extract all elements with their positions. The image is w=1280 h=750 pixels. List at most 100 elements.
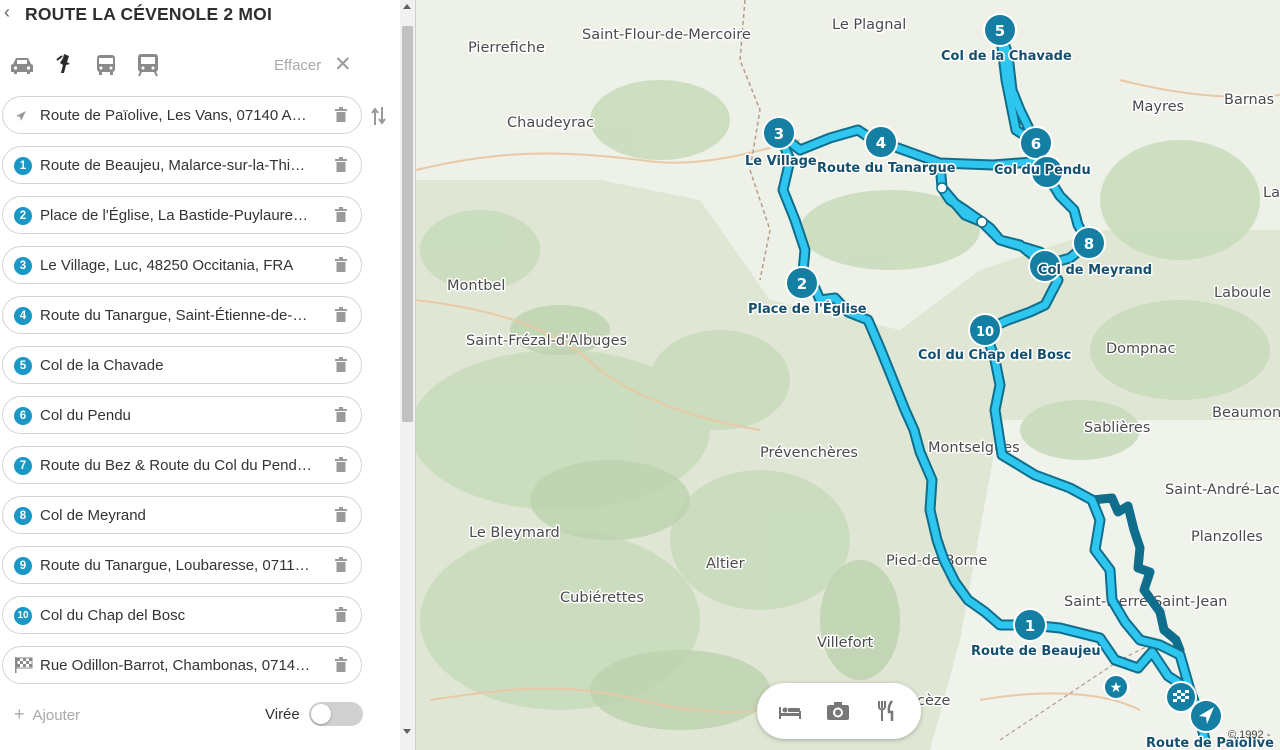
waypoint-10[interactable]: 10 Col du Chap del Bosc xyxy=(2,596,362,634)
roundtrip-toggle[interactable] xyxy=(309,702,363,726)
map-place-label: Beaumon xyxy=(1212,405,1280,421)
add-waypoint-button[interactable]: + Ajouter xyxy=(14,704,80,725)
camera-icon[interactable] xyxy=(825,698,851,724)
waypoint-marker-1[interactable]: 1 xyxy=(1013,608,1047,642)
waypoint-label[interactable]: Rue Odillon-Barrot, Chambonas, 0714… xyxy=(40,657,326,674)
waypoint-map-label: Col de Meyrand xyxy=(1038,263,1152,278)
waypoint-label[interactable]: Route de Beaujeu, Malarce-sur-la-Thi… xyxy=(40,157,326,174)
waypoint-label[interactable]: Col du Pendu xyxy=(40,407,326,424)
waypoint-label[interactable]: Route de Païolive, Les Vans, 07140 A… xyxy=(40,107,326,124)
svg-text:5: 5 xyxy=(995,22,1005,40)
waypoint-3[interactable]: 3 Le Village, Luc, 48250 Occitania, FRA xyxy=(2,246,362,284)
roundtrip-label: Virée xyxy=(265,706,300,723)
waypoint-marker-3[interactable]: 3 xyxy=(762,116,796,150)
svg-text:4: 4 xyxy=(876,134,886,152)
trash-icon[interactable] xyxy=(334,507,348,523)
trash-icon[interactable] xyxy=(334,357,348,373)
waypoint-label[interactable]: Route du Tanargue, Loubaresse, 0711… xyxy=(40,557,326,574)
trash-icon[interactable] xyxy=(334,107,348,123)
waypoint-2[interactable]: 2 Place de l'Église, La Bastide-Puylaure… xyxy=(2,196,362,234)
waypoint-marker-2[interactable]: 2 xyxy=(785,266,819,300)
map-place-label: Planzolles xyxy=(1191,529,1263,545)
trash-icon[interactable] xyxy=(334,207,348,223)
waypoint-8[interactable]: 8 Col de Meyrand xyxy=(2,496,362,534)
trash-icon[interactable] xyxy=(334,257,348,273)
map-place-label: Saint-Flour-de-Mercoire xyxy=(582,27,751,43)
waypoint-marker-4[interactable]: 4 xyxy=(864,125,898,159)
waypoint-map-label: Col de la Chavade xyxy=(941,49,1072,64)
trash-icon[interactable] xyxy=(334,657,348,673)
waypoint-1[interactable]: 1 Route de Beaujeu, Malarce-sur-la-Thi… xyxy=(2,146,362,184)
waypoint-marker-6[interactable]: 6 xyxy=(1019,126,1053,160)
waypoint-marker-5[interactable]: 5 xyxy=(983,13,1017,47)
waypoint-number-badge: 1 xyxy=(14,157,32,175)
map-place-label: Mayres xyxy=(1132,99,1184,115)
scroll-up-arrow-icon[interactable] xyxy=(403,4,411,9)
trash-icon[interactable] xyxy=(334,557,348,573)
waypoint-finish[interactable]: Rue Odillon-Barrot, Chambonas, 0714… xyxy=(2,646,362,684)
scrollbar-thumb[interactable] xyxy=(402,26,413,422)
map-place-label: Chaudeyrac xyxy=(507,115,594,131)
clear-button[interactable]: Effacer xyxy=(274,57,321,74)
toggle-knob xyxy=(311,704,331,724)
waypoint-start[interactable]: Route de Païolive, Les Vans, 07140 A… xyxy=(2,96,362,134)
waypoint-number-badge: 6 xyxy=(14,407,32,425)
motorcycle-icon[interactable] xyxy=(50,52,78,78)
train-icon[interactable] xyxy=(134,52,162,78)
waypoint-label[interactable]: Route du Tanargue, Saint-Étienne-de-… xyxy=(40,307,326,324)
trash-icon[interactable] xyxy=(334,457,348,473)
trash-icon[interactable] xyxy=(334,307,348,323)
close-icon[interactable]: ✕ xyxy=(334,52,352,77)
trash-icon[interactable] xyxy=(334,607,348,623)
via-point[interactable] xyxy=(936,182,948,194)
waypoint-label[interactable]: Le Village, Luc, 48250 Occitania, FRA xyxy=(40,257,326,274)
restaurant-icon[interactable] xyxy=(873,698,899,724)
svg-text:8: 8 xyxy=(1084,235,1094,253)
car-icon[interactable] xyxy=(8,52,36,78)
bus-icon[interactable] xyxy=(92,52,120,78)
waypoint-map-label: Place de l'Église xyxy=(748,301,867,317)
waypoint-4[interactable]: 4 Route du Tanargue, Saint-Étienne-de-… xyxy=(2,296,362,334)
waypoint-map-label: Col du Pendu xyxy=(994,163,1091,178)
waypoint-marker-10[interactable]: 10 xyxy=(968,313,1002,347)
waypoint-label[interactable]: Route du Bez & Route du Col du Pend… xyxy=(40,457,326,474)
via-point[interactable] xyxy=(976,216,988,228)
waypoint-number-badge: 9 xyxy=(14,557,32,575)
map-place-label: Prévenchères xyxy=(760,445,858,461)
map-place-label: Le Bleymard xyxy=(469,525,560,541)
waypoint-map-label: Col du Chap del Bosc xyxy=(918,348,1071,363)
map-place-label: Laboule xyxy=(1214,285,1271,301)
add-waypoint-label: Ajouter xyxy=(32,707,81,724)
title-row: ‹ ROUTE LA CÉVENOLE 2 MOI xyxy=(0,0,400,30)
svg-text:★: ★ xyxy=(1110,680,1123,696)
trash-icon[interactable] xyxy=(334,157,348,173)
waypoint-label[interactable]: Col de Meyrand xyxy=(40,507,326,524)
waypoint-number-badge: 7 xyxy=(14,457,32,475)
map-place-label: Barnas xyxy=(1224,92,1274,108)
waypoint-7[interactable]: 7 Route du Bez & Route du Col du Pend… xyxy=(2,446,362,484)
waypoint-5[interactable]: 5 Col de la Chavade xyxy=(2,346,362,384)
waypoint-6[interactable]: 6 Col du Pendu xyxy=(2,396,362,434)
star-marker-icon[interactable]: ★ xyxy=(1103,674,1129,700)
swap-arrows-icon[interactable] xyxy=(370,105,388,127)
waypoint-9[interactable]: 9 Route du Tanargue, Loubaresse, 0711… xyxy=(2,546,362,584)
waypoint-label[interactable]: Col du Chap del Bosc xyxy=(40,607,326,624)
map-place-label: La xyxy=(1263,185,1280,201)
bed-icon[interactable] xyxy=(777,698,803,724)
waypoint-number-badge: 5 xyxy=(14,357,32,375)
waypoint-label[interactable]: Place de l'Église, La Bastide-Puylaure… xyxy=(40,207,326,224)
waypoint-number-badge: 10 xyxy=(14,607,32,625)
plus-icon: + xyxy=(14,704,25,724)
svg-text:3: 3 xyxy=(774,125,784,143)
scrollbar[interactable] xyxy=(400,0,415,750)
back-chevron-icon[interactable]: ‹ xyxy=(4,2,10,23)
start-arrow-marker-icon[interactable] xyxy=(1189,699,1223,733)
scroll-down-arrow-icon[interactable] xyxy=(403,729,411,734)
trash-icon[interactable] xyxy=(334,407,348,423)
map-place-label: Cubiérettes xyxy=(560,590,644,606)
waypoint-marker-8[interactable]: 8 xyxy=(1072,226,1106,260)
map-place-label: Altier xyxy=(706,556,745,572)
waypoint-label[interactable]: Col de la Chavade xyxy=(40,357,326,374)
map-place-label: Le Plagnal xyxy=(832,17,906,33)
map-place-label: Sablières xyxy=(1084,420,1150,436)
